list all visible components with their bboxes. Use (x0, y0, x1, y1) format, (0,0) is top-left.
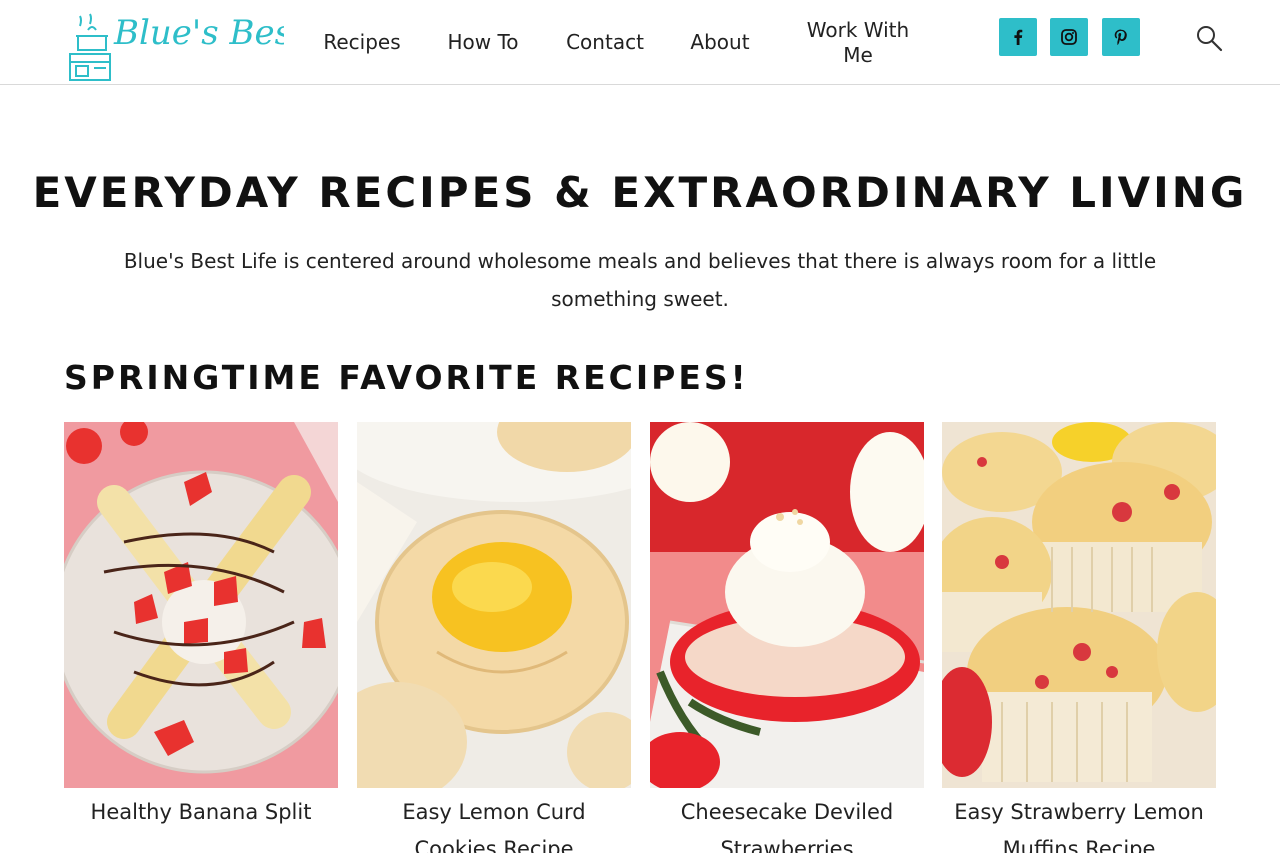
section-title: SPRINGTIME FAVORITE RECIPES! (64, 358, 749, 397)
search-icon (1197, 26, 1223, 52)
recipe-card[interactable]: Easy Strawberry Lemon Muffins Recipe (942, 422, 1216, 853)
facebook-icon (1014, 29, 1023, 45)
recipe-title[interactable]: Easy Strawberry Lemon Muffins Recipe (942, 794, 1216, 853)
nav-how-to[interactable]: How To (443, 30, 523, 55)
nav-about[interactable]: About (685, 30, 755, 55)
search-button[interactable] (1193, 22, 1225, 54)
pinterest-button[interactable] (1102, 18, 1140, 56)
recipe-title[interactable]: Cheesecake Deviled Strawberries (650, 794, 924, 853)
recipe-title[interactable]: Easy Lemon Curd Cookies Recipe (357, 794, 631, 853)
recipe-image-lemon-curd-cookies[interactable] (357, 422, 631, 788)
recipe-image-cheesecake-strawberries[interactable] (650, 422, 924, 788)
site-header: Blue's Best Life Recipes How To Contact … (0, 0, 1280, 85)
recipe-card[interactable]: Healthy Banana Split (64, 422, 338, 831)
recipe-image-strawberry-muffins[interactable] (942, 422, 1216, 788)
instagram-icon (1061, 29, 1077, 45)
recipe-card[interactable]: Easy Lemon Curd Cookies Recipe (357, 422, 631, 853)
facebook-button[interactable] (999, 18, 1037, 56)
logo-graphic: Blue's Best Life (69, 13, 383, 81)
logo-text: Blue's Best Life (113, 13, 284, 53)
nav-contact[interactable]: Contact (562, 30, 648, 55)
nav-recipes[interactable]: Recipes (322, 30, 402, 55)
hero-description: Blue's Best Life is centered around whol… (123, 249, 1157, 311)
recipe-card[interactable]: Cheesecake Deviled Strawberries (650, 422, 924, 853)
hero-title: EVERYDAY RECIPES & EXTRAORDINARY LIVING (32, 168, 1248, 217)
recipe-image-banana-split[interactable] (64, 422, 338, 788)
site-logo[interactable]: Blue's Best Life (64, 4, 383, 82)
pinterest-icon (1114, 29, 1127, 45)
instagram-button[interactable] (1050, 18, 1088, 56)
nav-work-with-me[interactable]: Work With Me (800, 18, 916, 68)
recipe-title[interactable]: Healthy Banana Split (64, 794, 338, 831)
